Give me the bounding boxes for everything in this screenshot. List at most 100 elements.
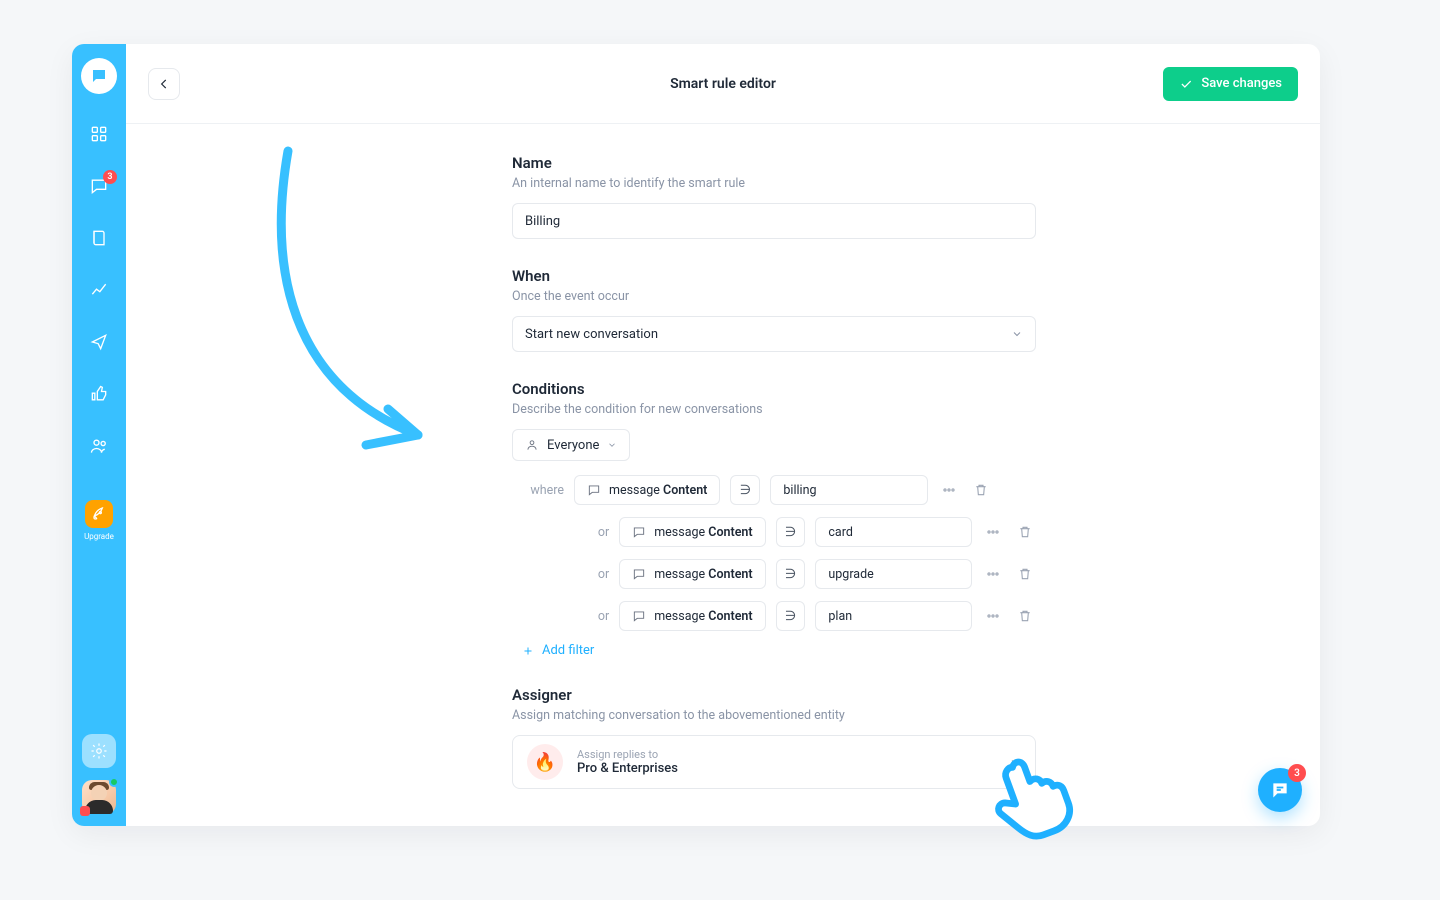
condition-field[interactable]: message Content xyxy=(619,517,765,547)
save-button-label: Save changes xyxy=(1201,76,1282,91)
joiner-or: or xyxy=(512,525,609,540)
condition-field[interactable]: message Content xyxy=(619,559,765,589)
condition-value[interactable]: plan xyxy=(815,601,972,631)
rocket-icon xyxy=(91,506,107,522)
person-icon xyxy=(525,438,539,452)
section-name-desc: An internal name to identify the smart r… xyxy=(512,176,1036,191)
row-more[interactable] xyxy=(938,479,960,501)
condition-value[interactable]: billing xyxy=(770,475,928,505)
analytics-icon xyxy=(89,280,109,300)
condition-row: where message Content ∋ billing xyxy=(512,475,1036,505)
trash-icon xyxy=(1017,566,1033,582)
trash-icon xyxy=(1017,608,1033,624)
assigner-hint: Assign replies to xyxy=(577,748,678,761)
event-select[interactable]: Start new conversation xyxy=(512,316,1036,352)
more-icon xyxy=(985,566,1001,582)
condition-field[interactable]: message Content xyxy=(574,475,720,505)
event-select-value: Start new conversation xyxy=(525,327,658,342)
section-assigner-desc: Assign matching conversation to the abov… xyxy=(512,708,1036,723)
sidebar-upgrade[interactable]: Upgrade xyxy=(84,500,114,541)
condition-row: or message Content ∋ card xyxy=(512,517,1036,547)
condition-operator[interactable]: ∋ xyxy=(776,559,806,589)
section-when-desc: Once the event occur xyxy=(512,289,1036,304)
sidebar-item-people[interactable] xyxy=(87,434,111,458)
presence-indicator xyxy=(109,777,119,787)
condition-value[interactable]: card xyxy=(815,517,972,547)
trash-icon xyxy=(1017,524,1033,540)
chat-launcher[interactable]: 3 xyxy=(1258,768,1302,812)
condition-field[interactable]: message Content xyxy=(619,601,765,631)
back-button[interactable] xyxy=(148,68,180,100)
rule-name-input[interactable]: Billing xyxy=(512,203,1036,239)
plus-icon xyxy=(522,645,534,657)
brand-logo[interactable] xyxy=(81,58,117,94)
row-delete[interactable] xyxy=(1014,605,1036,627)
inbox-badge: 3 xyxy=(103,170,117,184)
main: Smart rule editor Save changes Name An i… xyxy=(126,44,1320,826)
user-avatar[interactable] xyxy=(82,780,116,814)
book-icon xyxy=(89,228,109,248)
section-conditions-title: Conditions xyxy=(512,380,1036,398)
row-delete[interactable] xyxy=(1014,563,1036,585)
section-conditions-desc: Describe the condition for new conversat… xyxy=(512,402,1036,417)
people-icon xyxy=(89,436,109,456)
more-icon xyxy=(985,608,1001,624)
add-filter-button[interactable]: Add filter xyxy=(522,643,1036,658)
audience-select[interactable]: Everyone xyxy=(512,429,630,461)
rule-name-value: Billing xyxy=(525,214,560,229)
condition-operator[interactable]: ∋ xyxy=(776,517,806,547)
message-icon xyxy=(632,525,646,539)
sidebar-item-book[interactable] xyxy=(87,226,111,250)
arrow-left-icon xyxy=(157,77,171,91)
chat-bubble-icon xyxy=(1270,780,1290,800)
grid-icon xyxy=(89,124,109,144)
row-more[interactable] xyxy=(982,605,1004,627)
sidebar-settings[interactable] xyxy=(82,734,116,768)
chat-badge: 3 xyxy=(1288,764,1306,782)
assigner-select[interactable]: 🔥 Assign replies to Pro & Enterprises xyxy=(512,735,1036,789)
section-name: Name An internal name to identify the sm… xyxy=(512,154,1036,239)
row-delete[interactable] xyxy=(970,479,992,501)
joiner-or: or xyxy=(512,609,609,624)
more-icon xyxy=(985,524,1001,540)
gear-icon xyxy=(90,742,108,760)
section-name-title: Name xyxy=(512,154,1036,172)
check-icon xyxy=(1179,77,1193,91)
joiner-or: or xyxy=(512,567,609,582)
section-when: When Once the event occur Start new conv… xyxy=(512,267,1036,352)
row-more[interactable] xyxy=(982,563,1004,585)
chat-bubble-icon xyxy=(90,67,108,85)
section-assigner: Assigner Assign matching conversation to… xyxy=(512,686,1036,789)
app-window: 3 Upgrade xyxy=(72,44,1320,826)
condition-operator[interactable]: ∋ xyxy=(776,601,806,631)
row-more[interactable] xyxy=(982,521,1004,543)
chevron-down-icon xyxy=(607,440,617,450)
chevron-down-icon xyxy=(1009,756,1021,768)
form: Name An internal name to identify the sm… xyxy=(512,154,1036,789)
condition-rows: where message Content ∋ billing xyxy=(512,475,1036,631)
section-when-title: When xyxy=(512,267,1036,285)
condition-value[interactable]: upgrade xyxy=(815,559,972,589)
sidebar-upgrade-label: Upgrade xyxy=(84,532,114,541)
message-icon xyxy=(632,567,646,581)
save-button[interactable]: Save changes xyxy=(1163,67,1298,101)
thumbs-up-icon xyxy=(89,384,109,404)
header: Smart rule editor Save changes xyxy=(126,44,1320,124)
section-assigner-title: Assigner xyxy=(512,686,1036,704)
sidebar-item-send[interactable] xyxy=(87,330,111,354)
condition-operator[interactable]: ∋ xyxy=(730,475,760,505)
message-icon xyxy=(587,483,601,497)
sidebar-item-feedback[interactable] xyxy=(87,382,111,406)
row-delete[interactable] xyxy=(1014,521,1036,543)
condition-row: or message Content ∋ plan xyxy=(512,601,1036,631)
message-icon xyxy=(632,609,646,623)
sidebar-item-dashboard[interactable] xyxy=(87,122,111,146)
joiner-where: where xyxy=(512,483,564,498)
more-icon xyxy=(941,482,957,498)
section-conditions: Conditions Describe the condition for ne… xyxy=(512,380,1036,658)
sidebar-item-analytics[interactable] xyxy=(87,278,111,302)
trash-icon xyxy=(973,482,989,498)
add-filter-label: Add filter xyxy=(542,643,594,658)
sidebar-item-inbox[interactable]: 3 xyxy=(87,174,111,198)
notification-dot xyxy=(80,806,90,816)
